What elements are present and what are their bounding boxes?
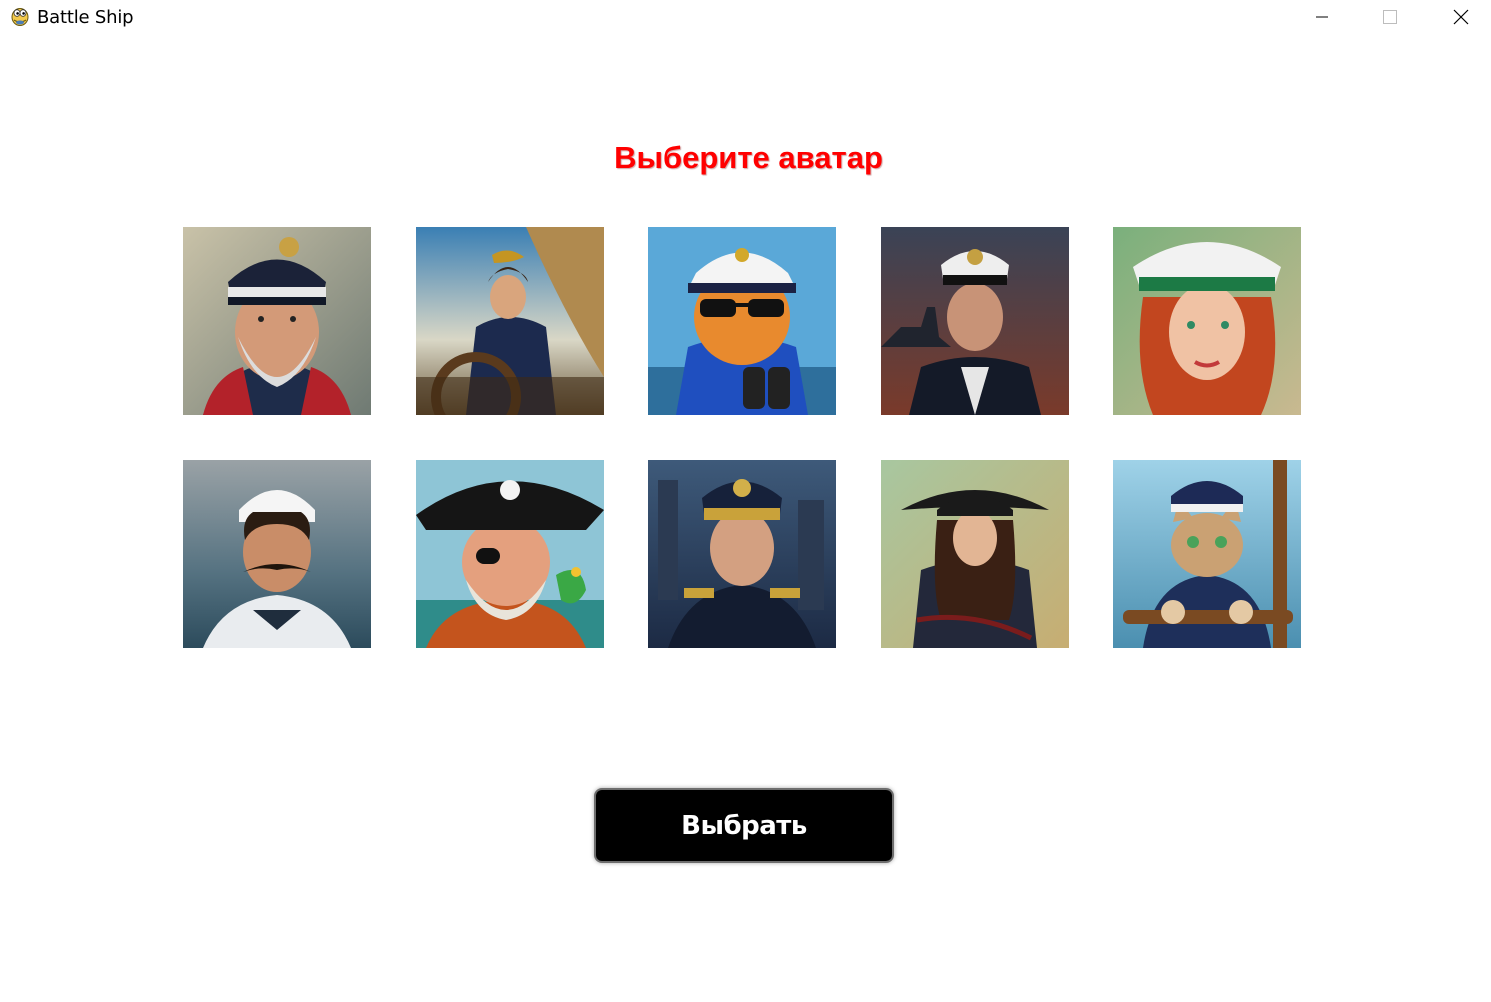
avatar-8[interactable] (648, 460, 836, 648)
sailor-with-mustache-image (183, 460, 371, 648)
maximize-button[interactable] (1367, 0, 1413, 34)
cat-captain-image (1113, 460, 1301, 648)
maximize-icon (1383, 10, 1397, 24)
pirate-with-parrot-image (416, 460, 604, 648)
python-snake-icon (9, 5, 31, 27)
woman-pirate-image (881, 460, 1069, 648)
naval-officer-with-battleship-image (881, 227, 1069, 415)
avatar-6[interactable] (183, 460, 371, 648)
avatar-7[interactable] (416, 460, 604, 648)
bearded-captain-portrait-image (183, 227, 371, 415)
woman-sailor-at-helm-image (416, 227, 604, 415)
redhead-woman-captain-image (1113, 227, 1301, 415)
avatar-2[interactable] (416, 227, 604, 415)
close-button[interactable] (1438, 0, 1484, 34)
cartoon-captain-with-binoculars-image (648, 227, 836, 415)
window-title: Battle Ship (37, 7, 134, 28)
app-window: Battle Ship Выберите аватар Выбрать (0, 0, 1491, 1002)
avatar-9[interactable] (881, 460, 1069, 648)
avatar-10[interactable] (1113, 460, 1301, 648)
title-bar[interactable]: Battle Ship (0, 0, 1491, 34)
avatar-3[interactable] (648, 227, 836, 415)
select-avatar-button[interactable]: Выбрать (596, 790, 892, 861)
minimize-button[interactable] (1299, 0, 1345, 34)
page-title: Выберите аватар (614, 140, 883, 175)
close-icon (1453, 9, 1469, 25)
minimize-icon (1316, 16, 1328, 18)
modern-naval-officer-image (648, 460, 836, 648)
avatar-1[interactable] (183, 227, 371, 415)
avatar-5[interactable] (1113, 227, 1301, 415)
avatar-4[interactable] (881, 227, 1069, 415)
